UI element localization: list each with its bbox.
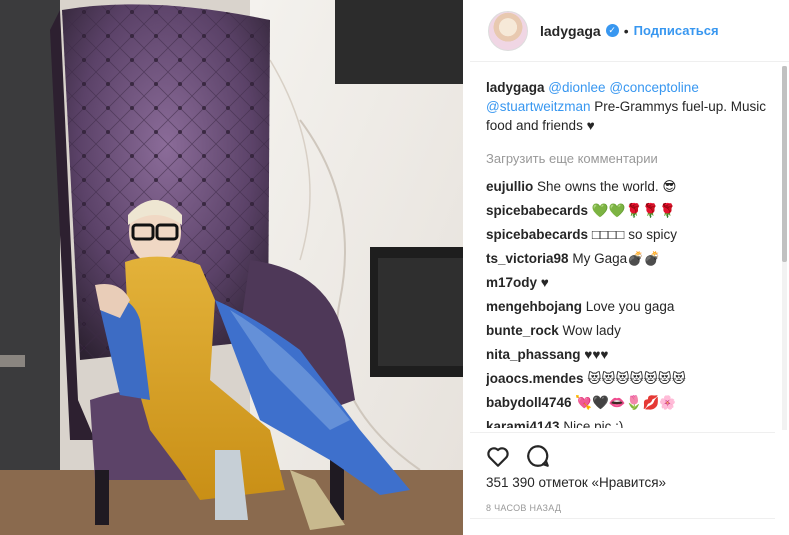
- comment-username[interactable]: babydoll4746: [486, 395, 572, 410]
- comment-text: 💘🖤👄🌷💋🌸: [575, 395, 677, 410]
- comment-text: Love you gaga: [585, 299, 675, 314]
- mention-link[interactable]: @conceptoline: [609, 80, 699, 95]
- comment-username[interactable]: ts_victoria98: [486, 251, 569, 266]
- comment-item: babydoll4746 💘🖤👄🌷💋🌸: [486, 393, 776, 412]
- comment-item: spicebabecards 💚💚🌹🌹🌹: [486, 201, 776, 220]
- caption-username[interactable]: ladygaga: [486, 80, 545, 95]
- divider: [470, 518, 775, 519]
- comments-scrollbar[interactable]: [782, 66, 787, 430]
- comment-item: mengehbojang Love you gaga: [486, 297, 776, 316]
- comment-item: eujullio She owns the world. 😎: [486, 177, 776, 196]
- scrollbar-thumb[interactable]: [782, 66, 787, 262]
- comment-text: Wow lady: [562, 323, 621, 338]
- post-side-panel: ladygaga ✓ • Подписаться ladygaga @dionl…: [470, 0, 789, 535]
- comment-item: spicebabecards □□□□ so spicy: [486, 225, 776, 244]
- comment-text: My Gaga💣💣: [572, 251, 661, 266]
- comment-item: ts_victoria98 My Gaga💣💣: [486, 249, 776, 268]
- mention-link[interactable]: @dionlee: [548, 80, 605, 95]
- separator-dot: •: [623, 22, 629, 39]
- comment-username[interactable]: eujullio: [486, 179, 533, 194]
- load-more-comments-link[interactable]: Загрузить еще комментарии: [486, 149, 776, 168]
- comment-text: □□□□ so spicy: [591, 227, 677, 242]
- comment-username[interactable]: spicebabecards: [486, 227, 588, 242]
- comment-text: ♥: [540, 275, 549, 290]
- post-image: [0, 0, 463, 535]
- comment-item: nita_phassang ♥♥♥: [486, 345, 776, 364]
- post-caption: ladygaga @dionlee @conceptoline @stuartw…: [486, 78, 776, 135]
- post-header: ladygaga ✓ • Подписаться: [470, 0, 789, 62]
- comment-text: 💚💚🌹🌹🌹: [591, 203, 676, 218]
- mention-link[interactable]: @stuartweitzman: [486, 99, 591, 114]
- comment-text: 😻😻😻😻😻😻😻: [587, 371, 686, 386]
- comment-item: joaocs.mendes 😻😻😻😻😻😻😻: [486, 369, 776, 388]
- comment-username[interactable]: karami4143: [486, 419, 560, 428]
- comment-username[interactable]: m17ody: [486, 275, 537, 290]
- comment-text: ♥♥♥: [584, 347, 609, 362]
- follow-button[interactable]: Подписаться: [634, 23, 719, 38]
- post-actions: 351 390 отметок «Нравится» 8 часов назад: [470, 432, 775, 522]
- likes-count[interactable]: 351 390 отметок «Нравится»: [486, 475, 666, 490]
- action-icons: [485, 443, 551, 469]
- username-link[interactable]: ladygaga: [540, 23, 601, 39]
- heart-icon[interactable]: [485, 443, 511, 469]
- comments-list[interactable]: ladygaga @dionlee @conceptoline @stuartw…: [486, 78, 776, 428]
- comment-icon[interactable]: [525, 443, 551, 469]
- comment-username[interactable]: joaocs.mendes: [486, 371, 584, 386]
- comment-username[interactable]: bunte_rock: [486, 323, 559, 338]
- comment-username[interactable]: mengehbojang: [486, 299, 582, 314]
- verified-badge-icon: ✓: [605, 24, 619, 37]
- comment-username[interactable]: nita_phassang: [486, 347, 581, 362]
- post-photo[interactable]: [0, 0, 463, 535]
- comment-text: Nice pic :): [563, 419, 624, 428]
- comment-item: m17ody ♥: [486, 273, 776, 292]
- avatar[interactable]: [488, 10, 528, 51]
- comment-item: karami4143 Nice pic :): [486, 417, 776, 428]
- post-timestamp[interactable]: 8 часов назад: [486, 503, 561, 513]
- comment-item: bunte_rock Wow lady: [486, 321, 776, 340]
- comment-text: She owns the world. 😎: [537, 179, 677, 194]
- comment-username[interactable]: spicebabecards: [486, 203, 588, 218]
